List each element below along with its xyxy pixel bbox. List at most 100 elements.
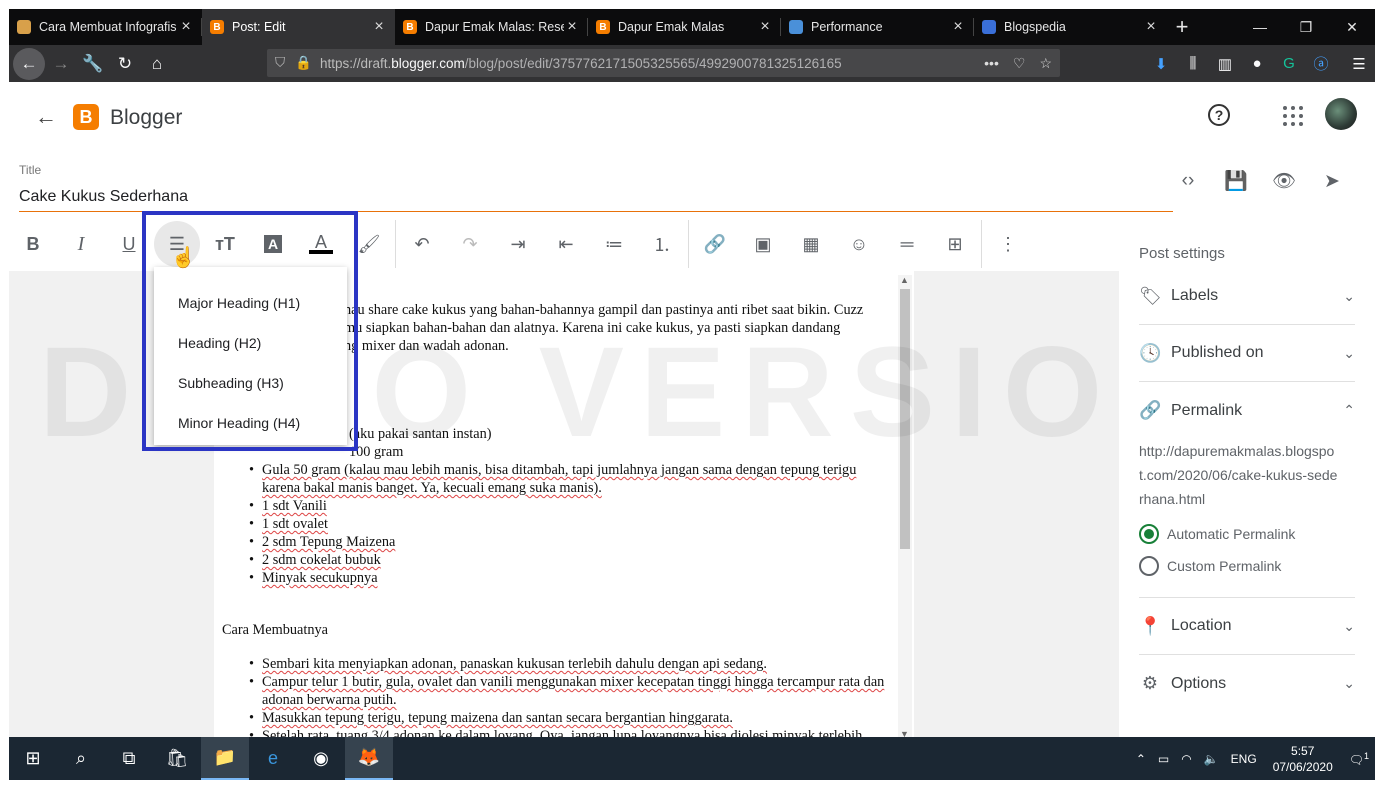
chrome-icon[interactable]: ◉ (297, 737, 345, 780)
close-icon[interactable]: × (1143, 18, 1159, 36)
help-icon[interactable]: ? (1208, 104, 1230, 126)
maximize-icon[interactable]: ❐ (1283, 9, 1329, 45)
sidebar-item-published-on[interactable]: 🕓 Published on ⌄ (1139, 325, 1355, 382)
chevron-down-icon: ⌄ (1343, 617, 1355, 634)
search-icon[interactable]: ⌕ (57, 737, 105, 780)
sidebar-item-labels[interactable]: 🏷 Labels ⌄ (1139, 268, 1355, 325)
clock[interactable]: 5:57 07/06/2020 (1263, 743, 1343, 775)
volume-icon[interactable]: 🔈 (1198, 752, 1225, 766)
video-icon[interactable]: ▦ (787, 220, 835, 268)
wifi-icon[interactable]: ◠ (1175, 752, 1197, 766)
edge-icon[interactable]: e (249, 737, 297, 780)
more-options-icon[interactable]: ⋮ (984, 220, 1032, 268)
app-brand: Blogger (110, 106, 183, 129)
avatar[interactable] (1325, 98, 1357, 130)
close-window-icon[interactable]: ✕ (1329, 9, 1375, 45)
sidebar-item-permalink[interactable]: 🔗 Permalink ⌃ (1139, 382, 1355, 439)
firefox-icon[interactable]: 🦊 (345, 737, 393, 780)
redo-icon[interactable]: ↷ (446, 220, 494, 268)
html-view-icon[interactable]: ‹› (1176, 169, 1200, 193)
windows-start-icon[interactable]: ⊞ (9, 737, 57, 780)
tray-expand-icon[interactable]: ⌃ (1130, 752, 1152, 766)
minimize-icon[interactable]: — (1237, 9, 1283, 45)
emoji-icon[interactable]: ☺ (835, 220, 883, 268)
tab-title: Post: Edit (232, 20, 286, 34)
scrollbar-thumb[interactable] (900, 289, 910, 549)
shield-icon[interactable]: ⛉ (275, 55, 285, 71)
extension-icon[interactable]: ⓐ (1305, 53, 1337, 74)
undo-icon[interactable]: ↶ (398, 220, 446, 268)
close-icon[interactable]: × (178, 18, 194, 36)
editor-scrollbar[interactable]: ▲ ▼ (898, 275, 912, 739)
apps-grid-icon[interactable] (1283, 106, 1303, 126)
grammarly-icon[interactable]: G (1273, 55, 1305, 72)
list-item: 2 sdm cokelat bubuk (249, 551, 897, 569)
link-icon[interactable]: 🔗 (691, 220, 739, 268)
task-view-icon[interactable]: ⧉ (105, 737, 153, 780)
account-icon[interactable]: ● (1241, 55, 1273, 72)
radio-unchecked[interactable] (1139, 556, 1159, 576)
automatic-permalink-option[interactable]: Automatic Permalink (1139, 524, 1295, 544)
table-icon[interactable]: ⊞ (931, 220, 979, 268)
preview-icon[interactable]: 👁 (1272, 169, 1296, 193)
italic-icon[interactable]: I (57, 220, 105, 268)
browser-tab[interactable]: B Dapur Emak Malas: Resep × (395, 9, 588, 45)
menu-icon[interactable]: ☰ (1343, 55, 1375, 73)
browser-tab-active[interactable]: B Post: Edit × (202, 9, 395, 45)
sidebar-item-options[interactable]: ⚙ Options ⌄ (1139, 655, 1355, 712)
scroll-up-icon[interactable]: ▲ (900, 275, 909, 285)
pocket-icon[interactable]: ♡ (1013, 55, 1026, 72)
more-actions-icon[interactable]: ••• (984, 55, 999, 71)
bold-icon[interactable]: B (9, 220, 57, 268)
browser-tab[interactable]: Blogspedia × (974, 9, 1167, 45)
forward-icon[interactable]: → (45, 48, 77, 80)
label-icon: 🏷 (1139, 285, 1162, 306)
battery-icon[interactable]: ▭ (1152, 752, 1175, 766)
reload-icon[interactable]: ↻ (109, 48, 141, 80)
save-icon[interactable]: 💾 (1224, 169, 1248, 193)
close-icon[interactable]: × (757, 18, 773, 36)
indent-icon[interactable]: ⇥ (494, 220, 542, 268)
url-prefix: https://draft. (319, 55, 392, 71)
title-label: Title (19, 163, 42, 177)
file-explorer-icon[interactable]: 📁 (201, 737, 249, 780)
numbered-list-icon[interactable]: ⒈ (638, 220, 686, 268)
url-bar[interactable]: ⛉ 🔒 https://draft. blogger.com/blog/post/… (267, 49, 1060, 77)
language-indicator[interactable]: ENG (1225, 752, 1263, 766)
url-path: /blog/post/edit/3757762171505325565/4992… (464, 55, 842, 71)
browser-tab[interactable]: Performance × (781, 9, 974, 45)
browser-tab[interactable]: Cara Membuat Infografis × (9, 9, 202, 45)
browser-toolbar-icons: ⬇ ⫼ ▥ ● G ⓐ ☰ (1145, 45, 1375, 82)
publish-icon[interactable]: ➤ (1320, 169, 1344, 193)
chevron-up-icon: ⌃ (1343, 402, 1355, 418)
back-icon[interactable]: ← (13, 47, 45, 80)
post-title-input[interactable]: Cake Kukus Sederhana (19, 188, 1173, 212)
browser-tab[interactable]: B Dapur Emak Malas × (588, 9, 781, 45)
sidebar-item-label: Permalink (1171, 401, 1243, 419)
bulleted-list-icon[interactable]: ≔ (590, 220, 638, 268)
custom-permalink-option[interactable]: Custom Permalink (1139, 556, 1281, 576)
notification-icon[interactable]: 🗨1 (1343, 751, 1375, 767)
list-item: Gula 50 gram (kalau mau lebih manis, bis… (249, 461, 897, 497)
sidebar-icon[interactable]: ▥ (1209, 55, 1241, 73)
sidebar-item-location[interactable]: 📍 Location ⌄ (1139, 598, 1355, 655)
close-icon[interactable]: × (950, 18, 966, 36)
outdent-icon[interactable]: ⇤ (542, 220, 590, 268)
close-icon[interactable]: × (564, 18, 580, 36)
home-icon[interactable]: ⌂ (141, 48, 173, 80)
sidebar-item-label: Options (1171, 674, 1227, 692)
radio-checked[interactable] (1139, 524, 1159, 544)
jump-break-icon[interactable]: ═ (883, 220, 931, 268)
image-icon[interactable]: ▣ (739, 220, 787, 268)
bookmark-star-icon[interactable]: ☆ (1039, 55, 1052, 72)
wrench-icon[interactable]: 🔧 (77, 48, 109, 80)
back-arrow-icon[interactable]: ← (35, 104, 57, 130)
close-icon[interactable]: × (371, 18, 387, 36)
library-icon[interactable]: ⫼ (1177, 55, 1209, 72)
download-icon[interactable]: ⬇ (1145, 55, 1177, 73)
new-tab-button[interactable]: + (1167, 9, 1197, 45)
list-item: Campur telur 1 butir, gula, ovalet dan v… (249, 673, 897, 709)
store-icon[interactable]: 🛍 (153, 737, 201, 780)
browser-tabstrip: Cara Membuat Infografis × B Post: Edit ×… (9, 9, 1375, 45)
lock-icon[interactable]: 🔒 (295, 55, 312, 71)
